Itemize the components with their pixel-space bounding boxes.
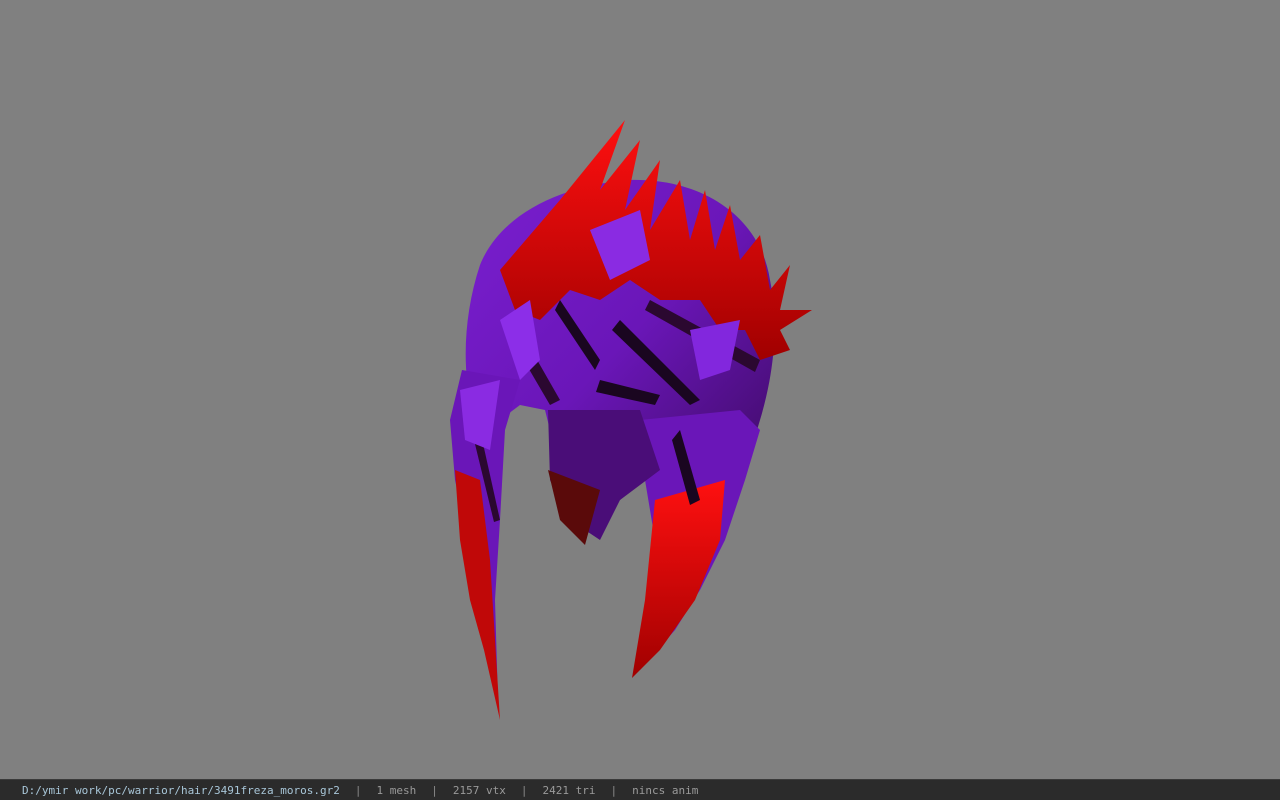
separator: | <box>431 783 438 797</box>
separator: | <box>520 783 528 797</box>
3d-viewport[interactable] <box>0 0 1280 779</box>
separator: | <box>610 783 618 797</box>
triangle-count: 2421 tri <box>542 783 596 797</box>
right-lock-red <box>632 480 725 678</box>
status-bar: D:/ymir work/pc/warrior/hair/3491freza_m… <box>0 779 1280 800</box>
separator: | <box>354 783 362 797</box>
vertex-count: 2157 vtx <box>452 783 506 797</box>
file-path: D:/ymir work/pc/warrior/hair/3491freza_m… <box>22 783 340 797</box>
mesh-count: 1 mesh <box>376 783 417 797</box>
hair-model[interactable] <box>0 0 1280 779</box>
animation-status: nincs anim <box>632 783 699 797</box>
